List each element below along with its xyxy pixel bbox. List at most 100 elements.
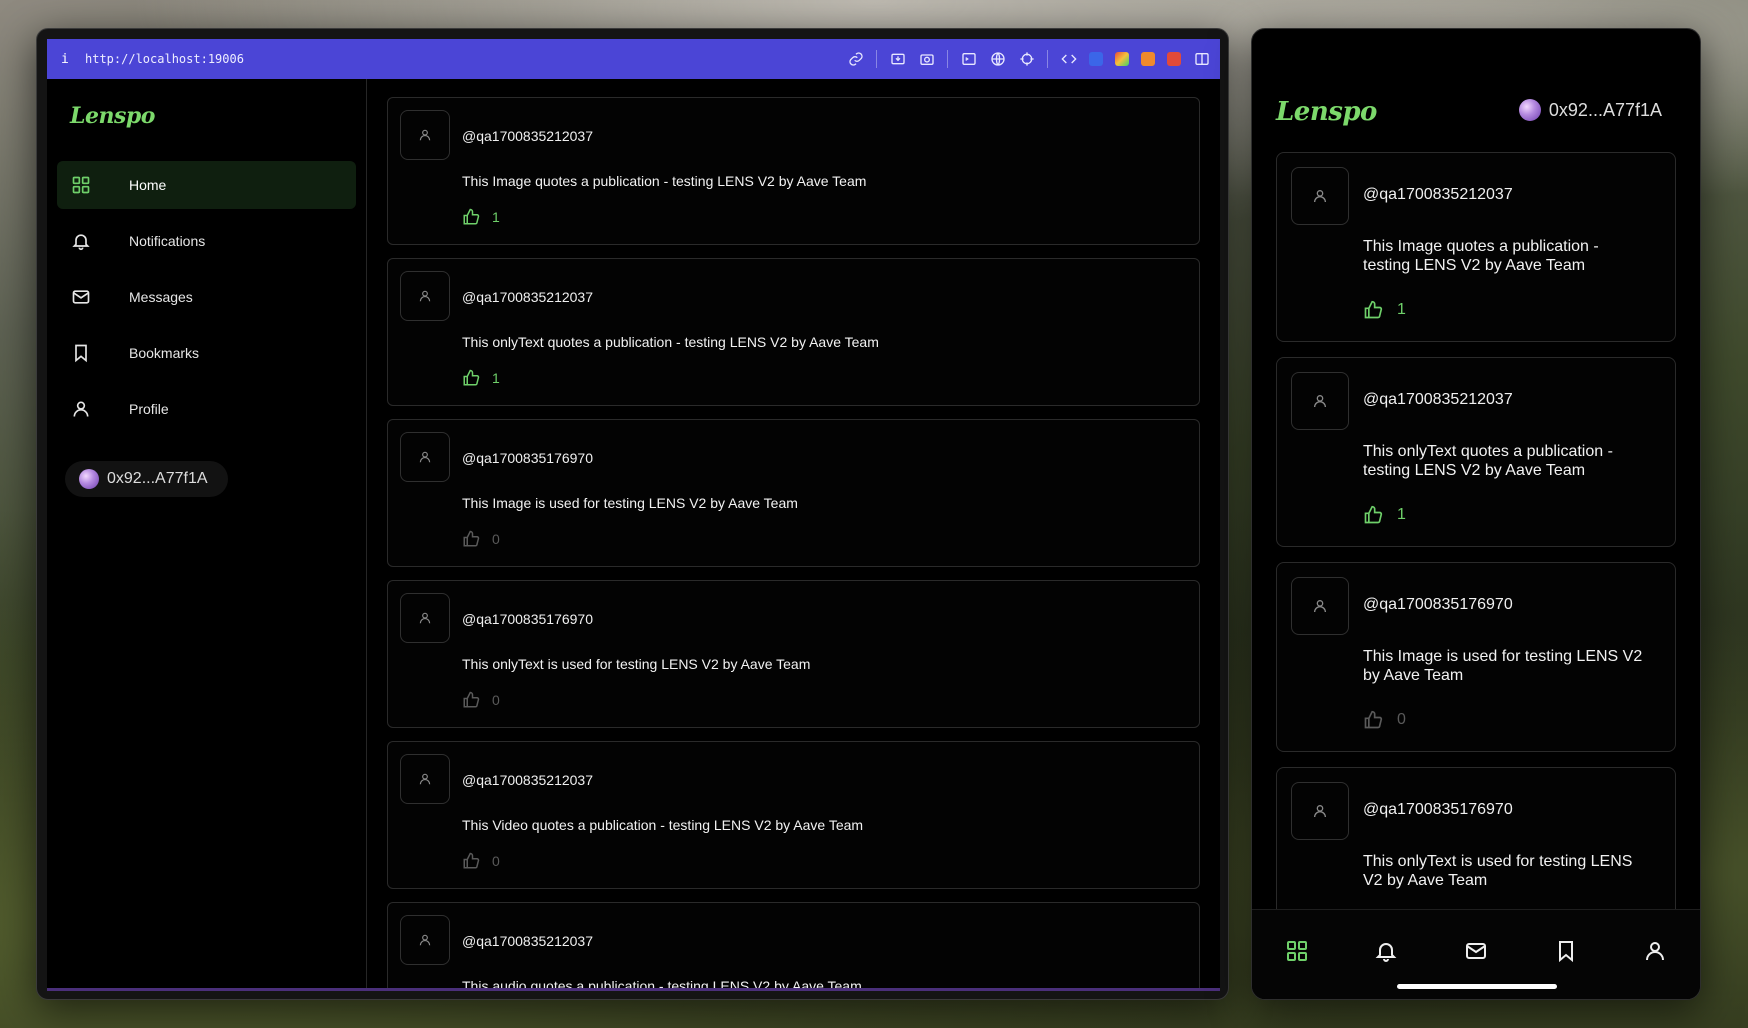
mobile-header: Lenspo 0x92...A77f1A bbox=[1252, 89, 1700, 139]
avatar[interactable] bbox=[1291, 167, 1349, 225]
app-logo[interactable]: Lenspo bbox=[57, 103, 356, 143]
post-card[interactable]: @qa1700835212037 This Image quotes a pub… bbox=[1276, 152, 1676, 342]
info-icon[interactable]: i bbox=[61, 52, 85, 67]
avatar[interactable] bbox=[400, 432, 450, 482]
code-icon[interactable] bbox=[1060, 51, 1077, 68]
user-placeholder-icon bbox=[419, 451, 431, 463]
globe-icon[interactable] bbox=[989, 51, 1006, 68]
user-placeholder-icon bbox=[1314, 190, 1326, 203]
mail-icon bbox=[71, 287, 91, 307]
devtools-toolbar bbox=[847, 39, 1210, 79]
tab-bookmarks[interactable] bbox=[1553, 938, 1579, 964]
post-card[interactable]: @qa1700835212037 This Video quotes a pub… bbox=[387, 741, 1200, 889]
bookmark-icon bbox=[71, 343, 91, 363]
like-count: 1 bbox=[492, 370, 500, 386]
like-button[interactable]: 0 bbox=[1363, 710, 1406, 730]
post-handle[interactable]: @qa1700835212037 bbox=[462, 289, 593, 305]
fox-extension-icon[interactable] bbox=[1141, 52, 1155, 66]
like-button[interactable]: 1 bbox=[462, 369, 500, 387]
gift-extension-icon[interactable] bbox=[1167, 52, 1181, 66]
sidebar-item-notifications[interactable]: Notifications bbox=[57, 217, 356, 265]
shield-extension-icon[interactable] bbox=[1089, 52, 1103, 66]
crosshair-icon[interactable] bbox=[1018, 51, 1035, 68]
post-handle[interactable]: @qa1700835212037 bbox=[1363, 391, 1513, 409]
post-card[interactable]: @qa1700835212037 This audio quotes a pub… bbox=[387, 902, 1200, 991]
post-handle[interactable]: @qa1700835212037 bbox=[462, 933, 593, 949]
post-text: This Image is used for testing LENS V2 b… bbox=[1363, 648, 1643, 684]
like-button[interactable]: 1 bbox=[1363, 505, 1406, 525]
tab-notifications[interactable] bbox=[1373, 938, 1399, 964]
avatar[interactable] bbox=[400, 110, 450, 160]
wallet-button[interactable]: 0x92...A77f1A bbox=[65, 461, 228, 497]
post-text: This audio quotes a publication - testin… bbox=[462, 978, 862, 991]
wallet-address: 0x92...A77f1A bbox=[1548, 99, 1662, 120]
post-card[interactable]: @qa1700835212037 This Image quotes a pub… bbox=[387, 97, 1200, 245]
thumbs-up-icon bbox=[463, 208, 480, 225]
sidebar-item-messages[interactable]: Messages bbox=[57, 273, 356, 321]
home-indicator[interactable] bbox=[1397, 984, 1557, 989]
post-text: This Image quotes a publication - testin… bbox=[462, 173, 867, 189]
download-icon[interactable] bbox=[889, 51, 906, 68]
mobile-window: Lenspo 0x92...A77f1A @qa1700835212037 Th… bbox=[1251, 28, 1701, 1000]
post-card[interactable]: @qa1700835176970 This onlyText is used f… bbox=[387, 580, 1200, 728]
tab-profile[interactable] bbox=[1642, 938, 1668, 964]
like-button[interactable]: 1 bbox=[462, 208, 500, 226]
sidebar-item-home[interactable]: Home bbox=[57, 161, 356, 209]
thumbs-up-icon bbox=[463, 530, 480, 547]
terminal-icon[interactable] bbox=[960, 51, 977, 68]
url-bar[interactable]: i http://localhost:19006 bbox=[47, 39, 1220, 79]
user-placeholder-icon bbox=[1314, 805, 1326, 818]
thumbs-up-icon bbox=[463, 691, 480, 708]
sidebar-nav: Home Notifications Messages Bookmarks Pr… bbox=[57, 161, 356, 433]
post-text: This Image is used for testing LENS V2 b… bbox=[462, 495, 798, 511]
tab-home[interactable] bbox=[1284, 938, 1310, 964]
post-text: This onlyText quotes a publication - tes… bbox=[1363, 443, 1613, 479]
tab-messages[interactable] bbox=[1463, 938, 1489, 964]
thumbs-up-icon bbox=[463, 369, 480, 386]
post-text: This onlyText is used for testing LENS V… bbox=[1363, 853, 1633, 889]
post-handle[interactable]: @qa1700835212037 bbox=[462, 772, 593, 788]
post-card[interactable]: @qa1700835176970 This Image is used for … bbox=[1276, 562, 1676, 752]
post-handle[interactable]: @qa1700835176970 bbox=[462, 450, 593, 466]
wallet-button[interactable]: 0x92...A77f1A bbox=[1518, 99, 1662, 121]
avatar[interactable] bbox=[400, 271, 450, 321]
like-button[interactable]: 0 bbox=[462, 691, 500, 709]
like-count: 1 bbox=[1397, 301, 1406, 318]
camera-icon[interactable] bbox=[918, 51, 935, 68]
sidebar-item-label: Profile bbox=[129, 401, 169, 417]
url-text[interactable]: http://localhost:19006 bbox=[85, 52, 244, 66]
bell-icon bbox=[71, 231, 91, 251]
avatar[interactable] bbox=[1291, 577, 1349, 635]
sidebar-item-profile[interactable]: Profile bbox=[57, 385, 356, 433]
post-card[interactable]: @qa1700835176970 This onlyText is used f… bbox=[1276, 767, 1676, 911]
post-handle[interactable]: @qa1700835212037 bbox=[462, 128, 593, 144]
post-handle[interactable]: @qa1700835176970 bbox=[1363, 801, 1513, 819]
like-button[interactable]: 0 bbox=[462, 852, 500, 870]
mail-icon bbox=[1465, 943, 1486, 959]
post-handle[interactable]: @qa1700835176970 bbox=[1363, 596, 1513, 614]
like-count: 1 bbox=[492, 209, 500, 225]
avatar[interactable] bbox=[400, 593, 450, 643]
post-handle[interactable]: @qa1700835176970 bbox=[462, 611, 593, 627]
like-button[interactable]: 1 bbox=[1363, 300, 1406, 320]
post-card[interactable]: @qa1700835212037 This onlyText quotes a … bbox=[387, 258, 1200, 406]
link-icon[interactable] bbox=[847, 51, 864, 68]
post-card[interactable]: @qa1700835212037 This onlyText quotes a … bbox=[1276, 357, 1676, 547]
avatar[interactable] bbox=[1291, 782, 1349, 840]
avatar[interactable] bbox=[400, 915, 450, 965]
app-logo[interactable]: Lenspo bbox=[1276, 97, 1377, 127]
mobile-feed: @qa1700835212037 This Image quotes a pub… bbox=[1276, 152, 1676, 911]
avatar[interactable] bbox=[400, 754, 450, 804]
sidebar-toggle-icon[interactable] bbox=[1193, 51, 1210, 68]
wallet-avatar bbox=[79, 469, 99, 489]
sidebar-item-bookmarks[interactable]: Bookmarks bbox=[57, 329, 356, 377]
sidebar: Lenspo Home Notifications Messages Bookm… bbox=[47, 79, 367, 988]
like-button[interactable]: 0 bbox=[462, 530, 500, 548]
avatar[interactable] bbox=[1291, 372, 1349, 430]
post-handle[interactable]: @qa1700835212037 bbox=[1363, 186, 1513, 204]
rainbow-extension-icon[interactable] bbox=[1115, 52, 1129, 66]
like-count: 0 bbox=[1397, 711, 1406, 728]
toolbar-divider bbox=[947, 50, 948, 68]
grid-icon bbox=[1286, 941, 1307, 961]
post-card[interactable]: @qa1700835176970 This Image is used for … bbox=[387, 419, 1200, 567]
